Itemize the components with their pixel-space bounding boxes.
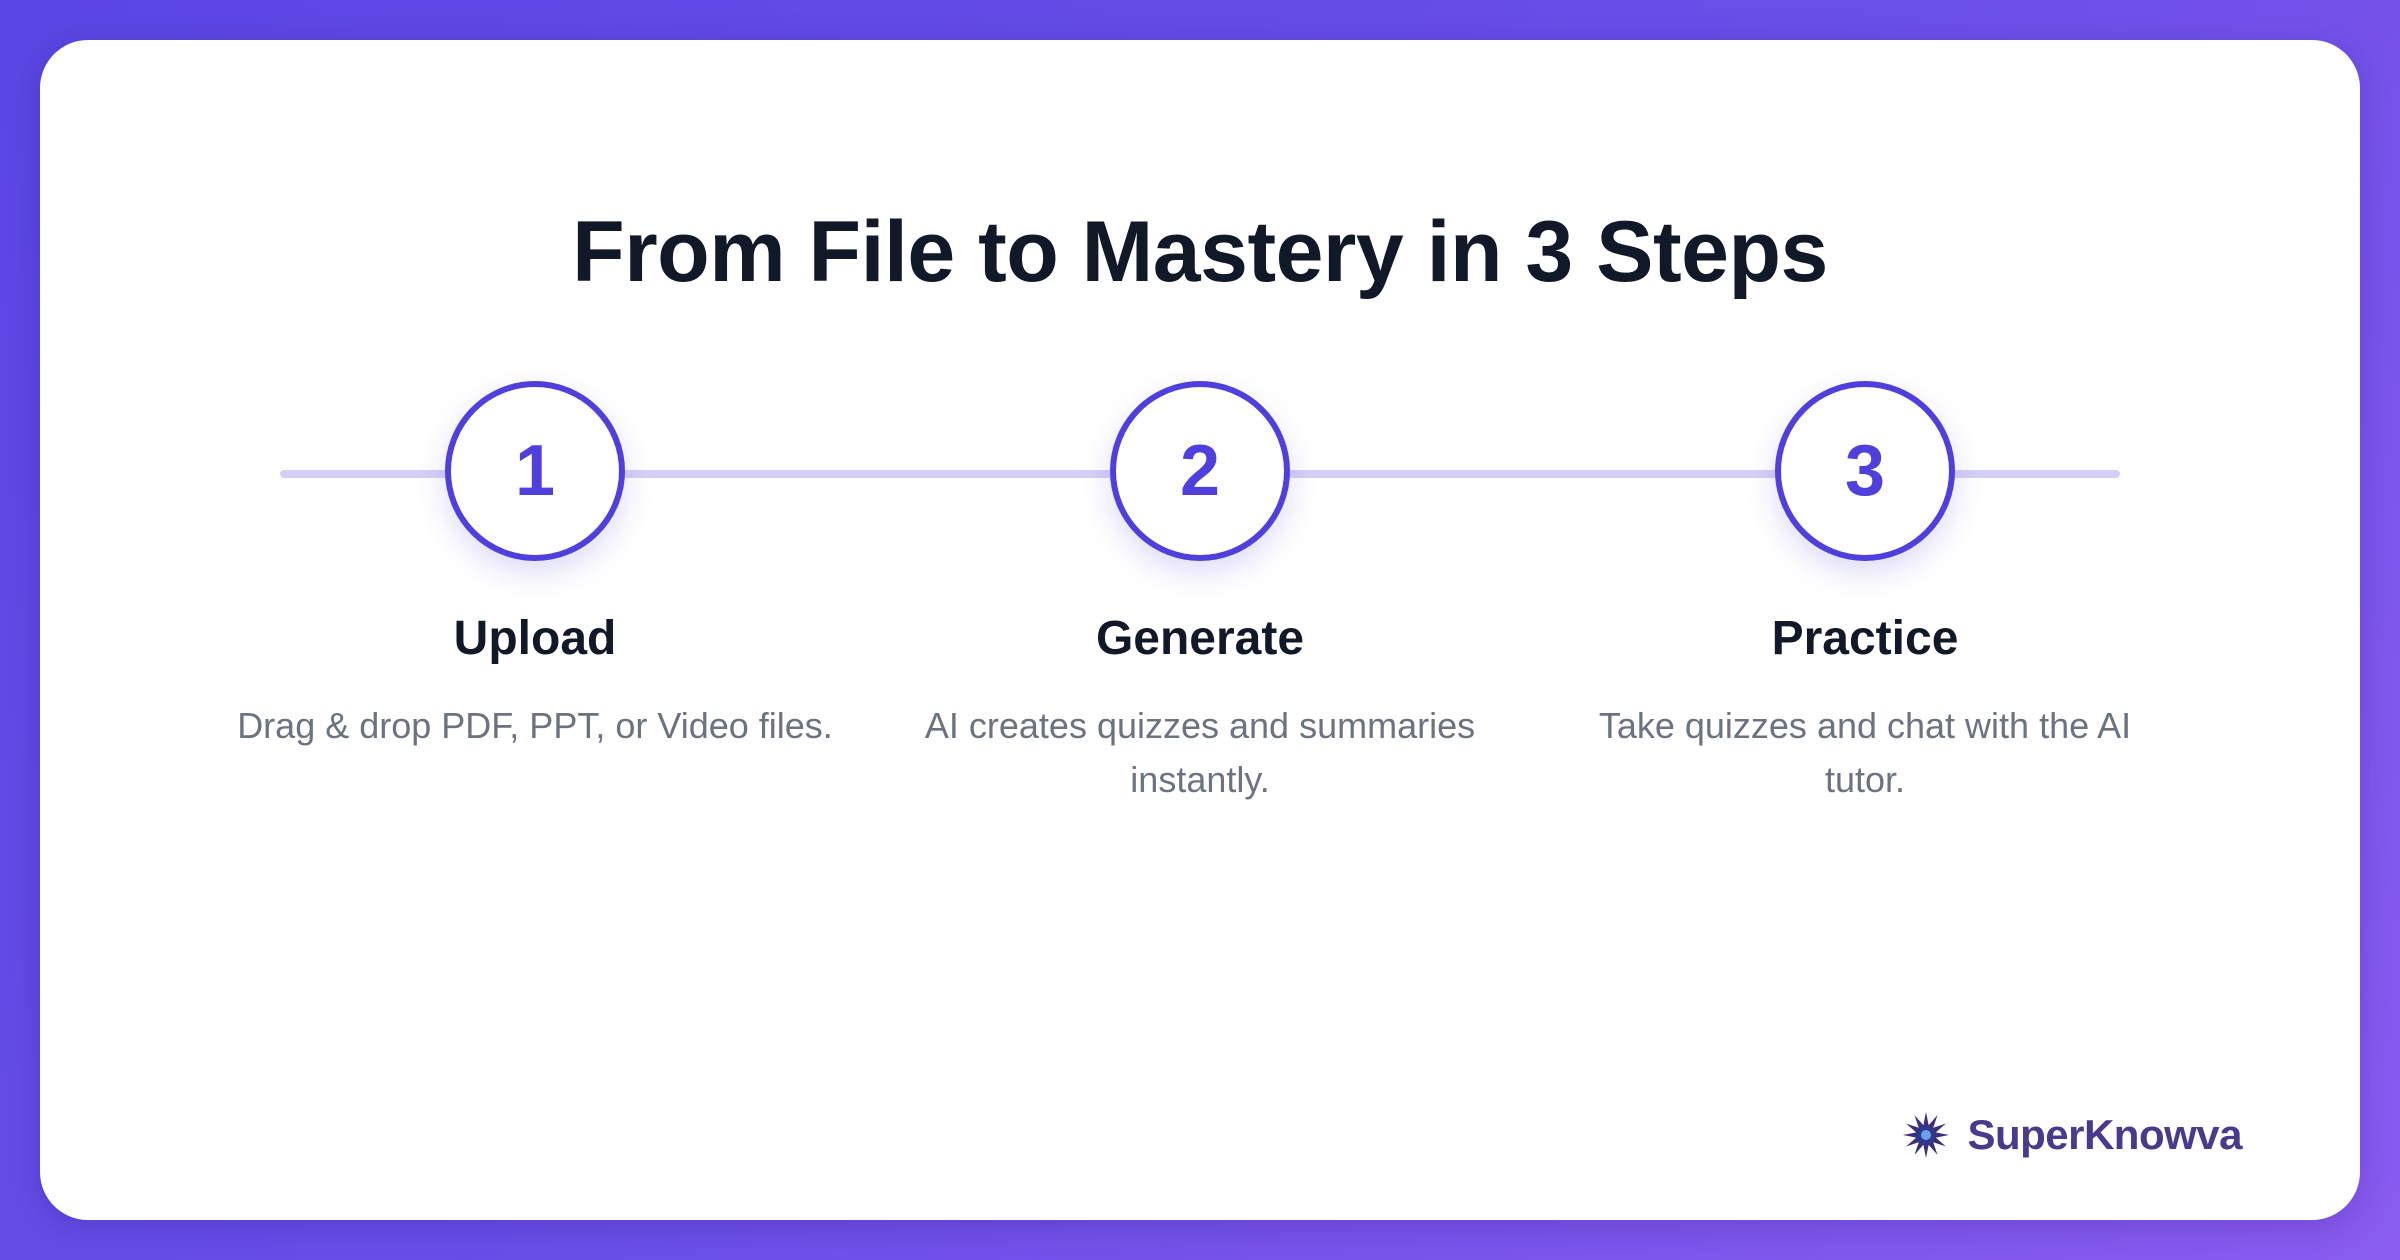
page-title: From File to Mastery in 3 Steps: [572, 204, 1828, 300]
step-number: 1: [514, 431, 556, 511]
step-title: Upload: [453, 612, 617, 665]
step-description: Drag & drop PDF, PPT, or Video files.: [237, 705, 833, 746]
brand-name: SuperKnowva: [1967, 1111, 2242, 1158]
step-practice: 3 Practice Take quizzes and chat with th…: [1535, 381, 2195, 807]
brand-logo: SuperKnowva: [1901, 1110, 2242, 1160]
step-title: Practice: [1771, 612, 1959, 665]
step-number-badge: 2: [1110, 381, 1290, 561]
step-generate: 2 Generate AI creates quizzes and summar…: [870, 381, 1530, 807]
step-upload: 1 Upload Drag & drop PDF, PPT, or Video …: [205, 381, 865, 753]
step-number-badge: 1: [445, 381, 625, 561]
steps-card: From File to Mastery in 3 Steps 1 Upload…: [40, 40, 2360, 1220]
step-number: 3: [1844, 431, 1886, 511]
step-number-badge: 3: [1775, 381, 1955, 561]
step-description: Take quizzes and chat with the AI tutor.: [1598, 705, 2132, 800]
starburst-logo-icon: [1903, 1112, 1950, 1158]
step-title: Generate: [1095, 612, 1305, 665]
step-description: AI creates quizzes and summaries instant…: [924, 705, 1476, 800]
step-number: 2: [1179, 431, 1221, 511]
